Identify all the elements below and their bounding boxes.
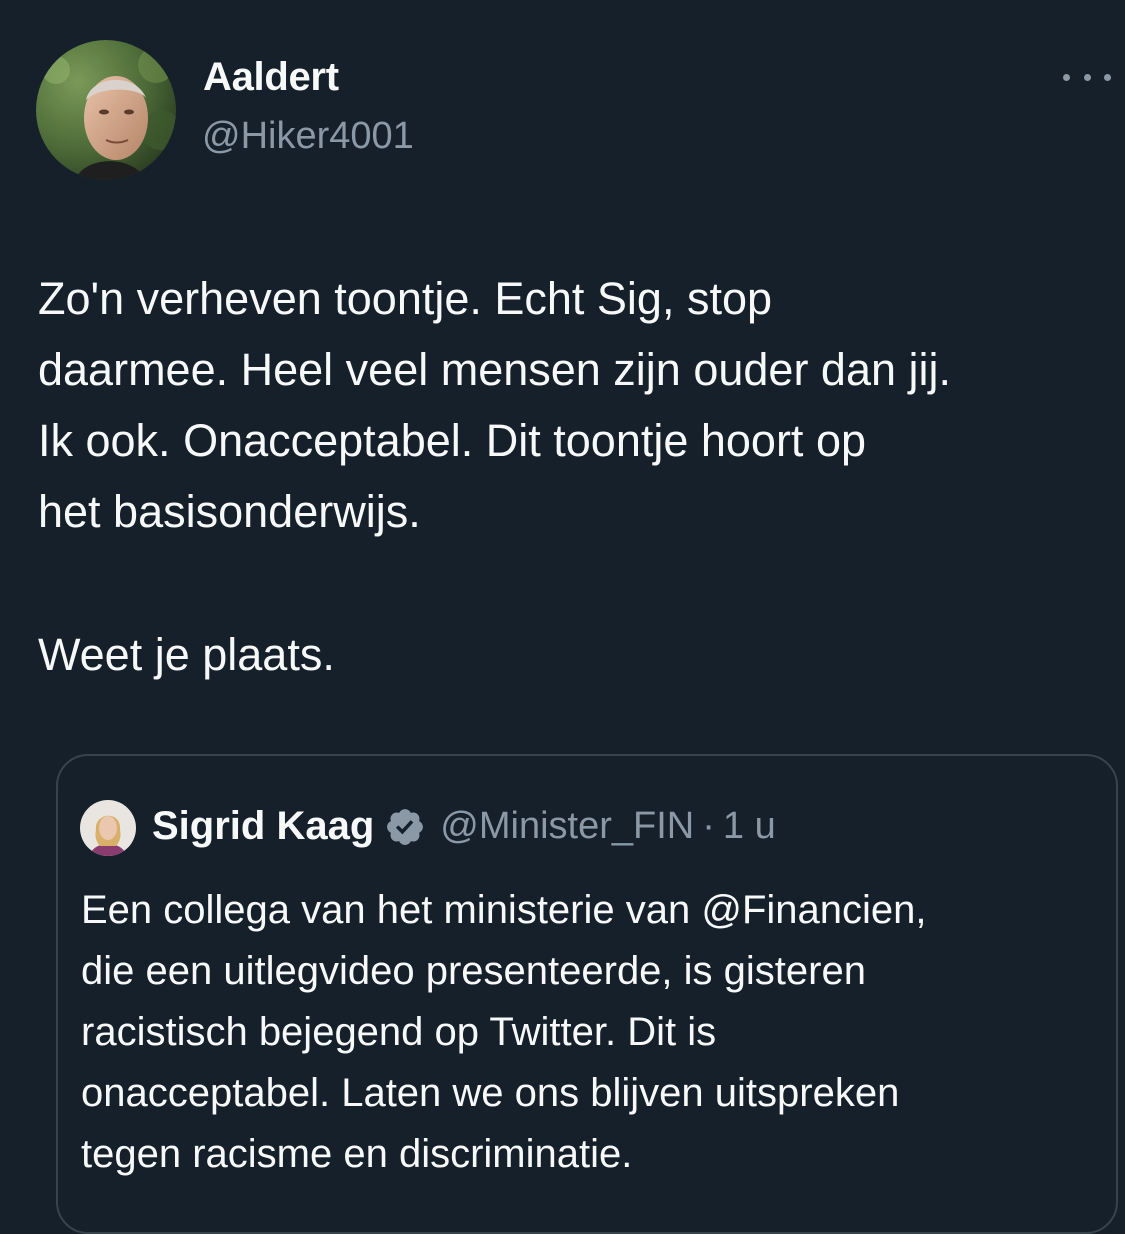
tweet-text-line: daarmee. Heel veel mensen zijn ouder dan… [38,344,952,395]
quoted-text-line: racistisch bejegend op Twitter. Dit is [81,1010,717,1054]
quoted-text-line: Een collega van het ministerie van @Fina… [81,888,927,932]
quoted-tweet-header: Sigrid Kaag @Minister_FIN · 1 u [152,804,776,849]
quoted-text-line: tegen racisme en discriminatie. [81,1132,633,1176]
author-handle[interactable]: @Hiker4001 [202,115,414,158]
more-dot [1104,73,1111,81]
quoted-profile-photo-icon [80,800,136,856]
quoted-text-line: die een uitlegvideo presenteerde, is gis… [81,949,866,993]
more-options-button[interactable] [1063,62,1111,92]
author-display-name[interactable]: Aaldert [203,55,339,100]
tweet-text-line: Zo'n verheven toontje. Echt Sig, stop [38,273,773,324]
tweet-text: Zo'n verheven toontje. Echt Sig, stop da… [38,263,1113,690]
quoted-tweet-card[interactable]: Sigrid Kaag @Minister_FIN · 1 u Een coll… [56,754,1118,1234]
more-dots-icon [1063,73,1070,81]
author-avatar[interactable] [36,40,176,180]
verified-badge-icon [387,808,424,845]
quoted-text-line: onacceptabel. Laten we ons blijven uitsp… [81,1071,900,1115]
more-dot [1083,73,1091,81]
quoted-author-handle[interactable]: @Minister_FIN [440,805,694,848]
tweet-text-line: Ik ook. Onacceptabel. Dit toontje hoort … [38,415,866,466]
tweet-text-line: het basisonderwijs. [38,486,421,537]
tweet-text-closing: Weet je plaats. [38,629,335,680]
quoted-author-display-name[interactable]: Sigrid Kaag [152,804,374,849]
tweet[interactable]: Aaldert @Hiker4001 Zo'n verheven toontje… [0,0,1125,1234]
quoted-tweet-text: Een collega van het ministerie van @Fina… [81,880,1106,1185]
quoted-author-avatar[interactable] [80,800,136,856]
profile-photo-icon [36,40,176,180]
quoted-tweet-timestamp[interactable]: 1 u [723,805,776,848]
header-separator: · [702,805,715,847]
